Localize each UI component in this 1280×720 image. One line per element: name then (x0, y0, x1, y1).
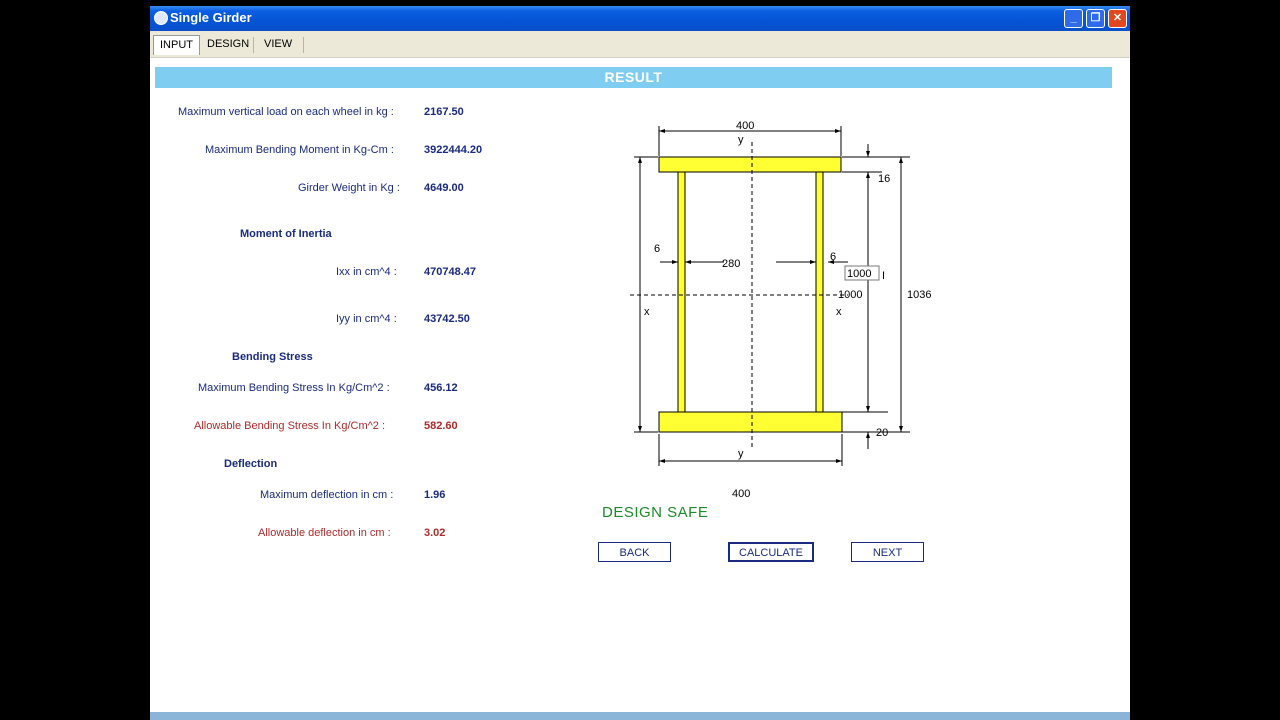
tab-divider (253, 37, 254, 53)
max-bending-stress-label: Maximum Bending Stress In Kg/Cm^2 : (198, 382, 390, 394)
ixx-label: Ixx in cm^4 : (336, 266, 397, 278)
right-x-axis-label: x (836, 306, 842, 318)
left-x-axis-label: x (644, 306, 650, 318)
tab-view[interactable]: VIEW (258, 35, 298, 54)
web-spacing-label: 280 (722, 258, 740, 270)
top-flange-thickness-label: 16 (878, 173, 890, 185)
calculate-button[interactable]: CALCULATE (728, 542, 814, 562)
bottom-flange (658, 411, 843, 433)
bottom-flange-thickness-label: 20 (876, 427, 888, 439)
max-bending-moment-label: Maximum Bending Moment in Kg-Cm : (205, 144, 394, 156)
allowable-bending-stress-value: 582.60 (424, 420, 458, 432)
tab-bar: INPUT DESIGN VIEW (150, 31, 1130, 58)
design-status: DESIGN SAFE (602, 504, 709, 521)
max-wheel-load-value: 2167.50 (424, 106, 464, 118)
bottom-y-axis-label: y (738, 448, 744, 460)
minimize-button[interactable]: _ (1064, 9, 1083, 28)
deflection-heading: Deflection (224, 458, 278, 470)
web-height-label: 1000 (838, 289, 862, 301)
web-height-input-value: 1000 (847, 268, 871, 280)
allowable-deflection-label: Allowable deflection in cm : (258, 527, 391, 539)
allowable-bending-stress-label: Allowable Bending Stress In Kg/Cm^2 : (194, 420, 386, 432)
iyy-label: Iyy in cm^4 : (336, 313, 397, 325)
back-button[interactable]: BACK (598, 542, 671, 562)
ixx-value: 470748.47 (424, 266, 476, 278)
top-flange (658, 156, 842, 173)
window-title: Single Girder (170, 10, 252, 25)
bottom-width-label: 400 (732, 488, 750, 500)
allowable-deflection-value: 3.02 (424, 527, 446, 539)
max-bending-moment-value: 3922444.20 (424, 144, 483, 156)
result-banner: RESULT (155, 67, 1112, 88)
taskbar-edge (150, 712, 1130, 720)
max-deflection-label: Maximum deflection in cm : (260, 489, 394, 501)
close-button[interactable]: ✕ (1108, 9, 1127, 28)
right-web (815, 171, 824, 413)
title-bar[interactable]: Single Girder _ ❐ ✕ (150, 6, 1130, 31)
top-y-axis-label: y (738, 134, 744, 146)
app-icon (154, 11, 168, 25)
total-height-label: 1036 (907, 289, 931, 301)
right-web-thickness-label: 6 (830, 251, 836, 263)
restore-button[interactable]: ❐ (1086, 9, 1105, 28)
tab-input[interactable]: INPUT (153, 35, 200, 55)
left-web-thickness-label: 6 (654, 243, 660, 255)
girder-section-drawing: 400 y 16 6 280 6 1000 I 1000 1036 x x 20… (630, 120, 931, 500)
text-cursor-icon: I (882, 270, 885, 282)
max-deflection-value: 1.96 (424, 489, 446, 501)
girder-weight-label: Girder Weight in Kg : (298, 182, 400, 194)
max-bending-stress-value: 456.12 (424, 382, 458, 394)
girder-weight-value: 4649.00 (424, 182, 464, 194)
app-window: Single Girder _ ❐ ✕ INPUT DESIGN VIEW RE… (150, 6, 1130, 720)
top-width-label: 400 (736, 120, 754, 132)
bending-stress-heading: Bending Stress (232, 351, 313, 363)
tab-divider (303, 37, 304, 53)
iyy-value: 43742.50 (424, 313, 470, 325)
tab-design[interactable]: DESIGN (201, 35, 255, 54)
moment-of-inertia-heading: Moment of Inertia (240, 228, 332, 240)
next-button[interactable]: NEXT (851, 542, 924, 562)
max-wheel-load-label: Maximum vertical load on each wheel in k… (178, 106, 394, 118)
left-web (677, 171, 686, 413)
